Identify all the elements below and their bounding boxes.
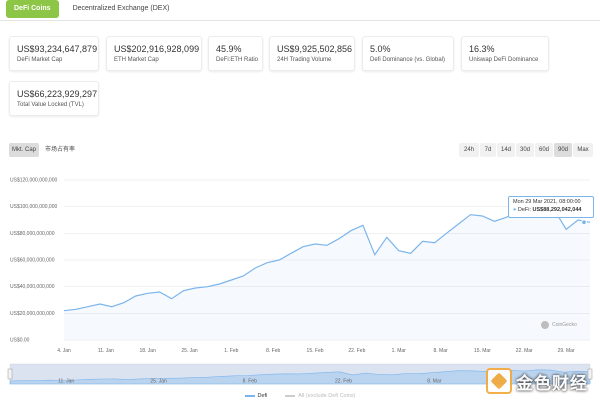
x-tick-label: 22. Feb bbox=[348, 348, 365, 354]
hover-point bbox=[581, 219, 587, 226]
navigator-tick-label: 25. Jan bbox=[150, 379, 167, 385]
y-tick-label: US$40,000,000,000 bbox=[10, 284, 55, 290]
tooltip-series-name: DeFi: bbox=[517, 207, 531, 213]
x-tick-label: 4. Jan bbox=[57, 348, 71, 354]
x-tick-label: 1. Feb bbox=[224, 348, 238, 354]
y-tick-label: US$80,000,000,000 bbox=[10, 231, 55, 237]
watermark-text: 金色财经 bbox=[516, 373, 588, 394]
credit-text: CoinGecko bbox=[552, 322, 577, 328]
y-tick-label: US$100,000,000,000 bbox=[10, 204, 57, 210]
tooltip-date: Mon 29 Mar 2021, 08:00:00 bbox=[513, 199, 581, 205]
watermark-logo-icon bbox=[486, 368, 512, 394]
y-tick-label: US$20,000,000,000 bbox=[10, 311, 55, 317]
x-tick-label: 8. Mar bbox=[433, 348, 448, 354]
series-area bbox=[64, 206, 590, 340]
chart-tooltip: Mon 29 Mar 2021, 08:00:00 ● DeFi: US$88,… bbox=[508, 196, 594, 218]
navigator-tick-label: 11. Jan bbox=[58, 379, 74, 385]
x-tick-label: 15. Mar bbox=[474, 348, 491, 354]
x-tick-label: 25. Jan bbox=[181, 348, 198, 354]
navigator-right-handle[interactable] bbox=[587, 368, 593, 380]
x-tick-label: 18. Jan bbox=[139, 348, 156, 354]
y-tick-label: US$0.00 bbox=[10, 338, 30, 344]
y-tick-label: US$120,000,000,000 bbox=[10, 178, 57, 184]
x-tick-label: 22. Mar bbox=[516, 348, 533, 354]
navigator-tick-label: 22. Feb bbox=[335, 379, 352, 385]
x-tick-label: 29. Mar bbox=[558, 348, 575, 354]
x-tick-label: 8. Feb bbox=[266, 348, 280, 354]
x-tick-label: 1. Mar bbox=[392, 348, 407, 354]
series-dot-icon: ● bbox=[513, 207, 517, 213]
x-tick-label: 15. Feb bbox=[307, 348, 324, 354]
legend-line-icon bbox=[244, 394, 255, 397]
coingecko-logo-icon bbox=[541, 321, 549, 329]
legend-item-defi[interactable]: Defi bbox=[244, 392, 268, 399]
legend-item-all[interactable]: All (exclude Defi Coins) bbox=[285, 393, 355, 399]
legend-label: Defi bbox=[257, 392, 268, 399]
legend-label: All (exclude Defi Coins) bbox=[298, 392, 356, 399]
tooltip-row: ● DeFi: US$88,292,042,044 bbox=[513, 207, 589, 213]
navigator-tick-label: 8. Mar bbox=[427, 379, 442, 385]
legend-line-icon bbox=[285, 394, 296, 397]
tooltip-value: US$88,292,042,044 bbox=[532, 207, 582, 213]
chart-credit[interactable]: CoinGecko bbox=[541, 321, 577, 329]
x-tick-label: 11. Jan bbox=[98, 348, 114, 354]
y-tick-label: US$60,000,000,000 bbox=[10, 258, 55, 264]
navigator-tick-label: 8. Feb bbox=[243, 379, 257, 385]
watermark: 金色财经 bbox=[486, 368, 588, 394]
navigator-left-handle[interactable] bbox=[7, 368, 13, 380]
